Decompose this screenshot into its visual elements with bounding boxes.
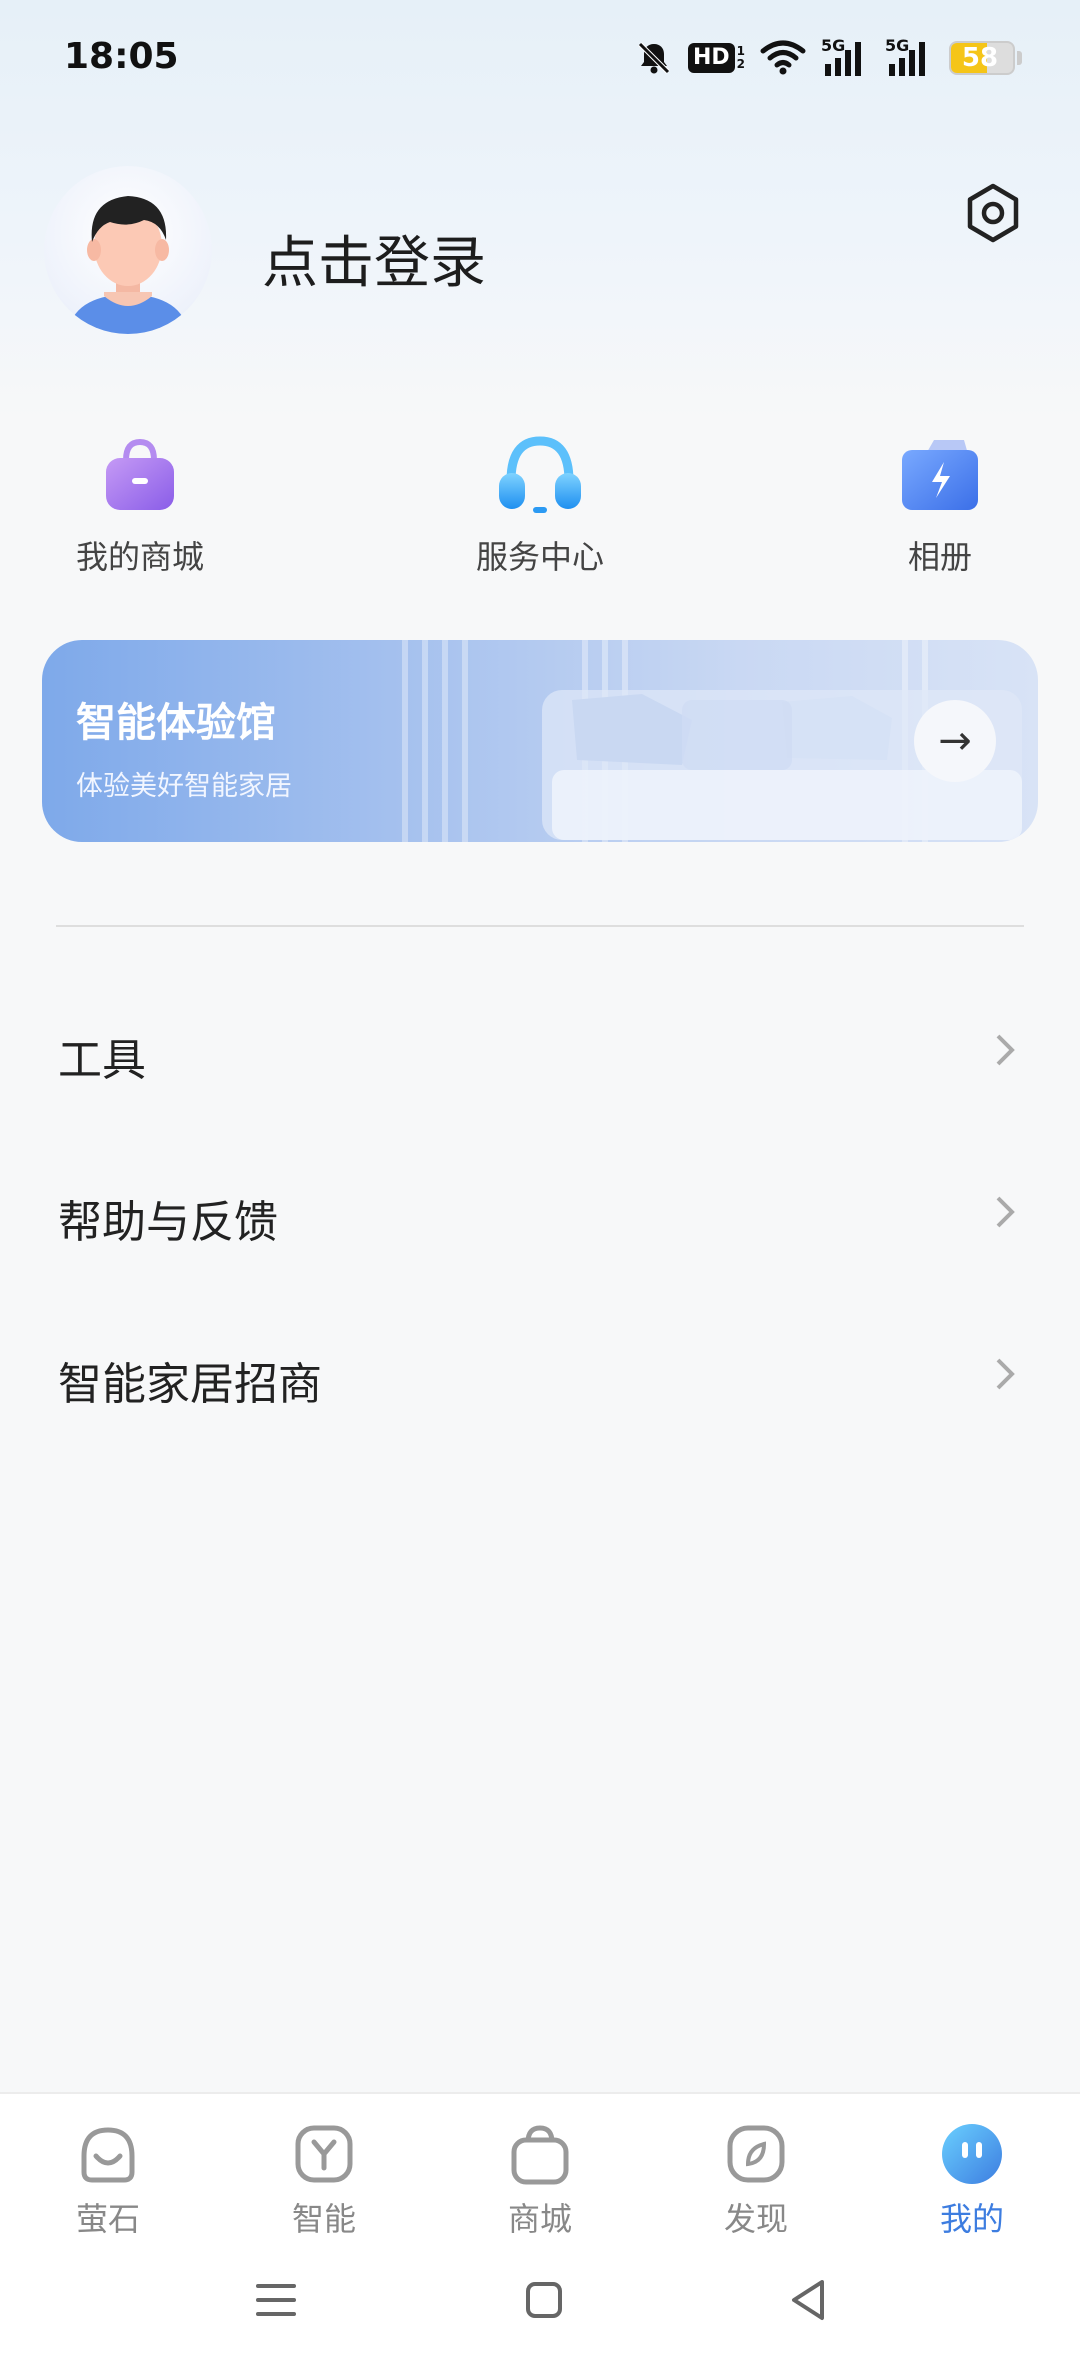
quick-entry-service-center[interactable]: 服务中心: [420, 424, 660, 578]
quick-entry-label: 我的商城: [75, 538, 204, 576]
signal-icon-sim2: 5G: [885, 36, 935, 78]
hd-call-icon: HD 1 2: [687, 43, 745, 73]
nav-tab-label: 商城: [507, 2200, 572, 2238]
nav-tab-home[interactable]: 萤石: [0, 2120, 216, 2240]
mall-bag-icon: [506, 2120, 574, 2188]
signal-icon-sim1: 5G: [821, 36, 871, 78]
menu-item-label: 智能家居招商: [58, 1359, 322, 1410]
avatar-person-icon: [68, 196, 188, 334]
home-button[interactable]: [514, 2270, 574, 2330]
settings-button[interactable]: [958, 178, 1028, 248]
chevron-right-icon: [996, 1034, 1015, 1066]
shopping-bag-icon: [90, 424, 190, 524]
headset-icon: [490, 424, 590, 524]
nav-tab-label: 我的: [939, 2200, 1004, 2238]
album-icon: [890, 424, 990, 524]
hd-label: HD: [687, 43, 735, 73]
battery-icon: 58: [949, 41, 1022, 75]
quick-entry-my-mall[interactable]: 我的商城: [20, 424, 260, 578]
banner-title: 智能体验馆: [76, 700, 276, 746]
menu-item-label: 工具: [58, 1035, 146, 1086]
battery-percent: 58: [961, 43, 999, 73]
back-button[interactable]: [778, 2270, 838, 2330]
mute-bell-icon: [634, 38, 674, 78]
menu-item-tools[interactable]: 工具: [0, 990, 1080, 1110]
nav-tab-label: 发现: [723, 2200, 788, 2238]
chevron-right-icon: [996, 1358, 1015, 1390]
nav-tab-label: 萤石: [75, 2200, 140, 2238]
smart-experience-banner[interactable]: 智能体验馆 体验美好智能家居 →: [42, 640, 1038, 842]
status-icons: HD 1 2 5G 5G 58: [634, 34, 1022, 82]
status-bar: 18:05 HD 1 2 5G 5G 58: [0, 0, 1080, 120]
nav-tab-smart[interactable]: 智能: [216, 2120, 432, 2240]
nav-tab-discover[interactable]: 发现: [648, 2120, 864, 2240]
quick-entry-album[interactable]: 相册: [820, 424, 1060, 578]
wifi-icon: [759, 39, 807, 77]
quick-entry-label: 服务中心: [475, 538, 604, 576]
discover-icon: [722, 2120, 790, 2188]
quick-entry-label: 相册: [907, 538, 972, 576]
bottom-navigation: 萤石 智能 商城 发现 我的: [0, 2092, 1080, 2376]
menu-item-label: 帮助与反馈: [58, 1197, 278, 1248]
nav-tab-mall[interactable]: 商城: [432, 2120, 648, 2240]
arrow-right-icon: →: [938, 718, 972, 764]
menu-item-help-feedback[interactable]: 帮助与反馈: [0, 1152, 1080, 1272]
square-icon: [526, 2282, 562, 2318]
section-divider: [56, 925, 1024, 927]
back-triangle-icon: [792, 2280, 824, 2320]
status-time: 18:05: [64, 36, 179, 77]
nav-tab-me[interactable]: 我的: [864, 2120, 1080, 2240]
avatar[interactable]: [44, 166, 212, 334]
smart-icon: [290, 2120, 358, 2188]
hd-sub-bottom: 2: [736, 57, 745, 71]
menu-item-smart-home-partnership[interactable]: 智能家居招商: [0, 1314, 1080, 1434]
settings-gear-icon: [967, 183, 1019, 243]
banner-arrow-button[interactable]: →: [914, 700, 996, 782]
nav-tab-label: 智能: [291, 2200, 356, 2238]
recent-apps-button[interactable]: [246, 2270, 306, 2330]
home-icon: [74, 2120, 142, 2188]
banner-subtitle: 体验美好智能家居: [76, 771, 292, 802]
chevron-right-icon: [996, 1196, 1015, 1228]
menu-lines-icon: [256, 2284, 296, 2316]
me-icon: [938, 2120, 1006, 2188]
login-button[interactable]: 点击登录: [262, 218, 486, 299]
